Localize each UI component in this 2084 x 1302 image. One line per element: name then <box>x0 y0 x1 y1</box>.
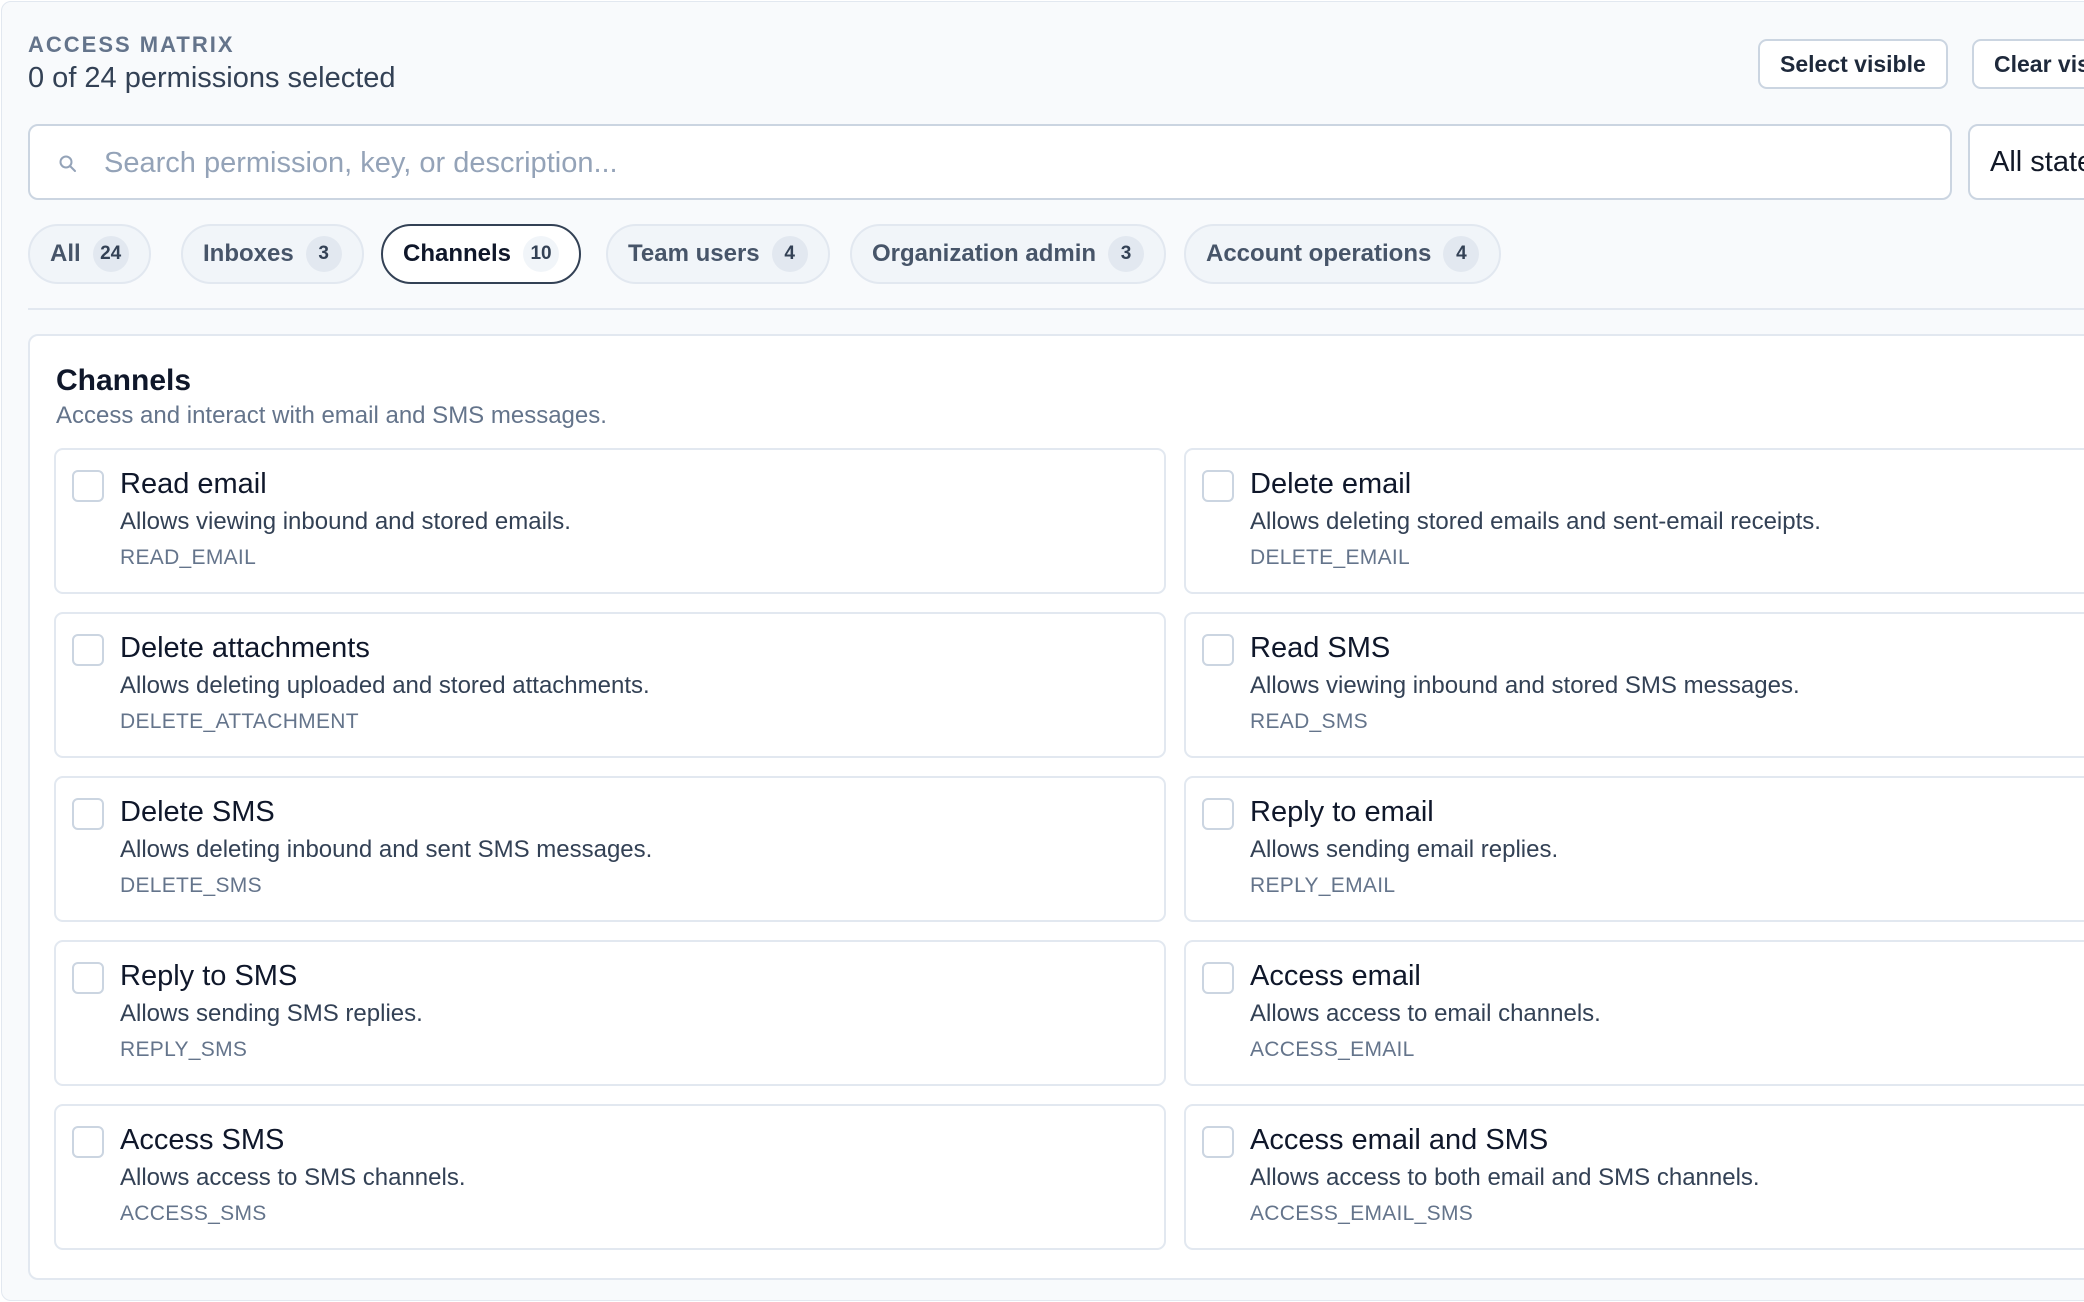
permission-name: Access email and SMS <box>1250 1124 1549 1156</box>
tab-label: Channels <box>403 240 512 267</box>
search-input[interactable] <box>102 126 1926 200</box>
tab-team-users[interactable]: Team users 4 <box>606 224 830 284</box>
tab-count-badge: 4 <box>771 236 808 272</box>
permission-description: Allows sending email replies. <box>1250 836 1559 863</box>
permission-key: REPLY_SMS <box>120 1038 248 1061</box>
permission-checkbox[interactable] <box>1202 798 1234 830</box>
permission-card-reply-to-sms[interactable]: Reply to SMS Allows sending SMS replies.… <box>54 940 1166 1086</box>
permission-name: Read email <box>120 468 267 500</box>
tab-count-badge: 24 <box>92 236 129 272</box>
permission-card-read-email[interactable]: Read email Allows viewing inbound and st… <box>54 448 1166 594</box>
permission-key: READ_EMAIL <box>120 546 257 569</box>
permission-key: ACCESS_EMAIL_SMS <box>1250 1202 1474 1225</box>
access-matrix-panel: ACCESS MATRIX 0 of 24 permissions select… <box>1 1 2084 1301</box>
permission-description: Allows deleting stored emails and sent-e… <box>1250 508 1821 535</box>
tab-label: All <box>50 240 81 267</box>
permission-section-channels: Channels Access and interact with email … <box>28 334 2084 1280</box>
permission-name: Read SMS <box>1250 632 1391 664</box>
tab-count-badge: 4 <box>1443 236 1480 272</box>
state-filter-select[interactable]: All state <box>1968 124 2084 200</box>
section-description: Access and interact with email and SMS m… <box>56 402 607 429</box>
permission-key: REPLY_EMAIL <box>1250 874 1396 897</box>
permission-key: DELETE_SMS <box>120 874 262 897</box>
tab-count-badge: 10 <box>523 236 560 272</box>
permission-checkbox[interactable] <box>72 634 104 666</box>
tab-all[interactable]: All 24 <box>28 224 151 284</box>
permission-description: Allows access to email channels. <box>1250 1000 1601 1027</box>
permission-description: Allows sending SMS replies. <box>120 1000 423 1027</box>
permission-key: ACCESS_EMAIL <box>1250 1038 1415 1061</box>
section-title: Channels <box>56 364 192 397</box>
tab-inboxes[interactable]: Inboxes 3 <box>181 224 364 284</box>
permission-checkbox[interactable] <box>72 798 104 830</box>
tab-organization-admin[interactable]: Organization admin 3 <box>850 224 1167 284</box>
tab-label: Account operations <box>1206 240 1432 267</box>
permission-checkbox[interactable] <box>72 470 104 502</box>
permission-checkbox[interactable] <box>1202 470 1234 502</box>
select-visible-button[interactable]: Select visible <box>1758 39 1948 89</box>
tab-label: Organization admin <box>872 240 1097 267</box>
permission-name: Access email <box>1250 960 1421 992</box>
permission-checkbox[interactable] <box>72 1126 104 1158</box>
permission-description: Allows access to both email and SMS chan… <box>1250 1164 1760 1191</box>
permission-description: Allows deleting uploaded and stored atta… <box>120 672 650 699</box>
tab-count-badge: 3 <box>305 236 342 272</box>
permission-checkbox[interactable] <box>72 962 104 994</box>
permission-name: Reply to SMS <box>120 960 298 992</box>
search-box <box>28 124 1952 200</box>
tab-channels[interactable]: Channels 10 <box>381 224 582 284</box>
permission-key: READ_SMS <box>1250 710 1368 733</box>
permission-card-read-sms[interactable]: Read SMS Allows viewing inbound and stor… <box>1184 612 2084 758</box>
permission-name: Delete SMS <box>120 796 275 828</box>
tab-count-badge: 3 <box>1108 236 1145 272</box>
search-icon <box>59 155 76 172</box>
tabs-divider <box>28 308 2084 310</box>
permission-name: Reply to email <box>1250 796 1434 828</box>
panel-eyebrow: ACCESS MATRIX <box>28 32 235 57</box>
permission-card-delete-email[interactable]: Delete email Allows deleting stored emai… <box>1184 448 2084 594</box>
permission-checkbox[interactable] <box>1202 962 1234 994</box>
clear-visible-button[interactable]: Clear vis <box>1972 39 2084 89</box>
permission-name: Delete email <box>1250 468 1412 500</box>
permission-card-access-email[interactable]: Access email Allows access to email chan… <box>1184 940 2084 1086</box>
permission-checkbox[interactable] <box>1202 1126 1234 1158</box>
permission-key: ACCESS_SMS <box>120 1202 267 1225</box>
tab-label: Team users <box>628 240 760 267</box>
permission-description: Allows deleting inbound and sent SMS mes… <box>120 836 653 863</box>
tab-label: Inboxes <box>203 240 294 267</box>
permission-card-delete-sms[interactable]: Delete SMS Allows deleting inbound and s… <box>54 776 1166 922</box>
selection-summary: 0 of 24 permissions selected <box>28 62 396 94</box>
permission-description: Allows access to SMS channels. <box>120 1164 466 1191</box>
permission-key: DELETE_ATTACHMENT <box>120 710 359 733</box>
permission-checkbox[interactable] <box>1202 634 1234 666</box>
permission-card-access-email-and-sms[interactable]: Access email and SMS Allows access to bo… <box>1184 1104 2084 1250</box>
permission-name: Access SMS <box>120 1124 285 1156</box>
permission-card-delete-attachments[interactable]: Delete attachments Allows deleting uploa… <box>54 612 1166 758</box>
permission-name: Delete attachments <box>120 632 370 664</box>
permission-card-access-sms[interactable]: Access SMS Allows access to SMS channels… <box>54 1104 1166 1250</box>
permission-description: Allows viewing inbound and stored emails… <box>120 508 571 535</box>
access-matrix-frame: ACCESS MATRIX 0 of 24 permissions select… <box>0 0 2084 1302</box>
permission-card-reply-to-email[interactable]: Reply to email Allows sending email repl… <box>1184 776 2084 922</box>
permission-description: Allows viewing inbound and stored SMS me… <box>1250 672 1800 699</box>
permission-key: DELETE_EMAIL <box>1250 546 1410 569</box>
tab-account-operations[interactable]: Account operations 4 <box>1184 224 1502 284</box>
